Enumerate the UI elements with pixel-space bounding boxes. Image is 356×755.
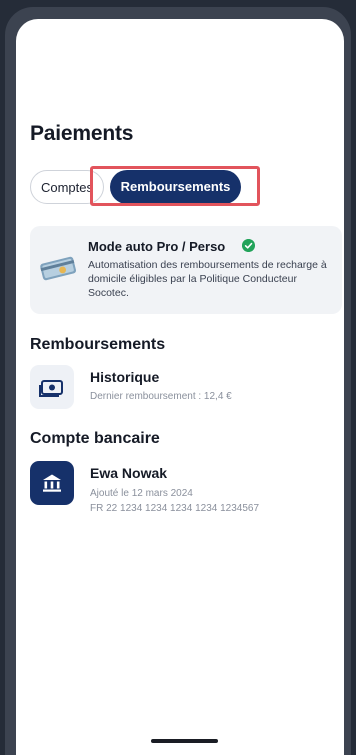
section-title-compte-bancaire: Compte bancaire: [30, 430, 160, 447]
history-subtitle: Dernier remboursement : 12,4 €: [90, 391, 232, 402]
credit-card-illustration: [40, 256, 77, 281]
account-holder-name: Ewa Nowak: [90, 465, 168, 481]
history-icon-tile: [30, 365, 74, 409]
app-screen: Paiements Comptes Remboursements Mode au…: [16, 19, 344, 755]
page-title: Paiements: [30, 122, 134, 145]
auto-mode-card[interactable]: Mode auto Pro / Perso Automatisation des…: [30, 226, 342, 314]
banknote-icon: [39, 380, 63, 397]
check-circle-icon: [242, 239, 255, 252]
section-title-remboursements: Remboursements: [30, 336, 166, 353]
history-title: Historique: [90, 369, 160, 385]
account-iban: FR 22 1234 1234 1234 1234 1234567: [90, 503, 260, 514]
bank-icon-tile: [30, 461, 74, 505]
home-indicator[interactable]: [151, 739, 218, 743]
bank-icon: [43, 474, 61, 492]
account-added-date: Ajouté le 12 mars 2024: [90, 488, 193, 499]
highlight-annotation: [90, 166, 260, 206]
auto-mode-title: Mode auto Pro / Perso: [88, 239, 226, 254]
auto-mode-description: Automatisation des remboursements de rec…: [88, 259, 327, 299]
